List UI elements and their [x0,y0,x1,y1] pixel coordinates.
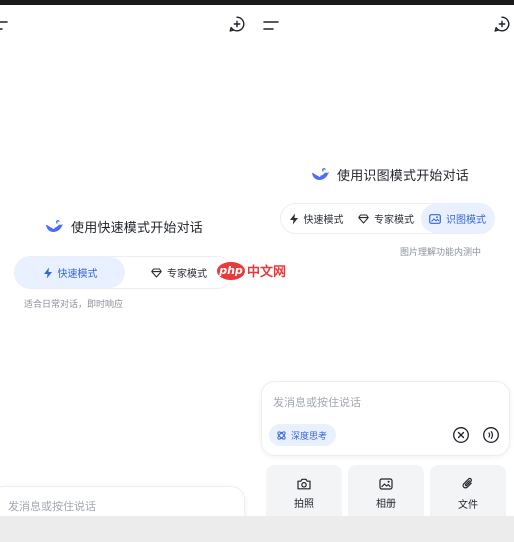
menu-icon[interactable] [0,19,10,33]
attach-label: 相册 [376,499,396,510]
paperclip-icon [462,477,472,489]
diamond-icon [358,213,369,224]
welcome-text: 使用识图模式开始对话 [337,169,470,184]
mode-label: 专家模式 [167,269,207,280]
mode-selector: 快速模式 专家模式 识图模式 [280,203,495,234]
welcome-heading: 使用快速模式开始对话 [44,217,203,236]
attach-label: 拍照 [294,499,314,510]
whale-logo-icon [46,219,63,232]
new-chat-icon[interactable] [493,15,511,33]
attach-label: 文件 [458,500,478,511]
mode-quick[interactable]: 快速模式 [15,257,125,288]
mode-hint: 适合日常对话，即时响应 [24,300,124,310]
message-input-box[interactable]: 发消息或按住说话 深度思考 [261,381,510,456]
atom-icon [277,430,286,440]
attach-camera-button[interactable]: 拍照 [266,465,342,523]
watermark-logo: php 中文网 [217,261,286,280]
watermark-badge: php [217,261,245,280]
close-icon[interactable] [452,426,470,444]
lightning-icon [43,267,52,278]
mode-label: 快速模式 [57,269,98,280]
mode-quick[interactable]: 快速模式 [281,204,351,233]
whale-logo-icon [312,167,329,180]
welcome-text: 使用快速模式开始对话 [71,221,204,236]
lightning-icon [289,213,298,224]
album-icon [379,478,393,490]
mode-expert[interactable]: 专家模式 [351,204,421,233]
voice-icon[interactable] [482,426,500,444]
bottom-strip [0,516,514,542]
welcome-heading: 使用识图模式开始对话 [310,165,469,184]
attach-album-button[interactable]: 相册 [348,465,424,523]
mode-label: 识图模式 [446,215,486,226]
mode-hint: 图片理解功能内测中 [400,248,482,258]
watermark-text: 中文网 [247,265,287,280]
deep-think-label: 深度思考 [291,431,328,442]
message-input-placeholder: 发消息或按住说话 [8,500,96,513]
attach-file-button[interactable]: 文件 [430,465,506,523]
image-icon [429,213,441,224]
mode-vision[interactable]: 识图模式 [421,204,494,233]
menu-icon[interactable] [263,19,281,33]
deep-think-toggle[interactable]: 深度思考 [269,424,337,446]
mode-selector: 快速模式 专家模式 [14,256,234,289]
camera-icon [297,478,311,490]
diamond-icon [151,267,162,278]
message-input-placeholder: 发消息或按住说话 [273,396,361,409]
right-chat-screen: 使用识图模式开始对话 快速模式 专家模式 识图模式 图片理解功能内测中 发消息或… [257,5,514,542]
mode-label: 快速模式 [303,215,344,226]
new-chat-icon[interactable] [228,15,246,33]
mode-label: 专家模式 [374,215,414,226]
